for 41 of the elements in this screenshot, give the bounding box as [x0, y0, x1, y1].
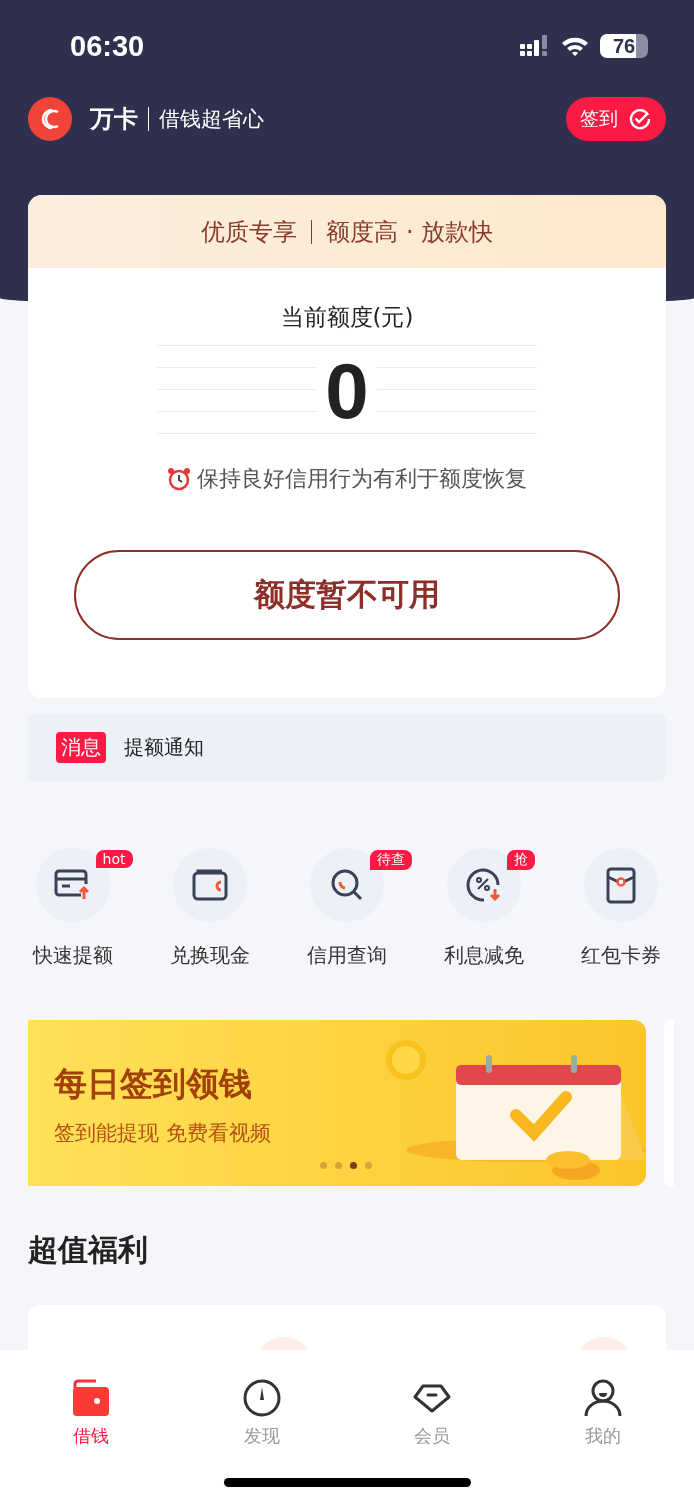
shortcut-label: 兑换现金 — [169, 942, 250, 969]
section-title: 超值福利 — [28, 1231, 148, 1269]
brand-name: 万卡 — [90, 107, 149, 131]
wallet-icon — [71, 1378, 112, 1418]
credit-hint: 保持良好信用行为有利于额度恢复 — [197, 465, 527, 493]
tab-item[interactable]: 会员 — [347, 1350, 518, 1448]
tab-item[interactable]: 发现 — [176, 1350, 347, 1448]
person-icon — [582, 1378, 623, 1418]
shortcut-badge: 抢 — [507, 850, 536, 870]
promo-subtitle: 签到能提现 免费看视频 — [54, 1120, 271, 1147]
battery-indicator: 76 — [600, 34, 648, 58]
shortcut-badge: hot — [95, 850, 133, 868]
tab-item[interactable]: 借钱 — [6, 1350, 177, 1448]
message-tag: 消息 — [56, 732, 106, 763]
notice-text: 提额通知 — [124, 734, 204, 761]
promo-title: 每日签到领钱 — [54, 1063, 253, 1105]
status-time: 06:30 — [70, 29, 145, 63]
alarm-clock-icon — [167, 467, 191, 491]
brand-slogan: 借钱超省心 — [159, 106, 264, 133]
banner-title: 优质专享 — [200, 216, 297, 248]
credit-unavailable-button[interactable]: 额度暂不可用 — [74, 550, 620, 640]
carousel-dot[interactable] — [320, 1162, 327, 1169]
compass-icon — [241, 1378, 282, 1418]
banner-tagline: 额度高 · 放款快 — [326, 216, 494, 248]
carousel-dot[interactable] — [350, 1162, 357, 1169]
promo-banner[interactable]: 每日签到领钱 签到能提现 免费看视频 — [28, 1020, 646, 1186]
tab-item[interactable]: 我的 — [517, 1350, 688, 1448]
check-circle-icon — [628, 107, 652, 131]
shortcut-label: 利息减免 — [444, 942, 525, 969]
wifi-icon — [560, 35, 590, 57]
carousel-dot[interactable] — [335, 1162, 342, 1169]
checkin-button[interactable]: 签到 — [566, 97, 666, 141]
shortcut-label: 快速提额 — [32, 942, 113, 969]
shortcut-label: 红包卡券 — [581, 942, 662, 969]
notice-bar[interactable]: 消息 提额通知 — [28, 714, 666, 781]
signal-icon — [520, 35, 550, 57]
carousel-dot[interactable] — [365, 1162, 372, 1169]
shortcut-label: 信用查询 — [307, 942, 387, 969]
shortcut-badge: 待查 — [370, 850, 412, 870]
brand-logo-icon — [28, 97, 72, 141]
credit-label: 当前额度(元) — [280, 303, 414, 332]
